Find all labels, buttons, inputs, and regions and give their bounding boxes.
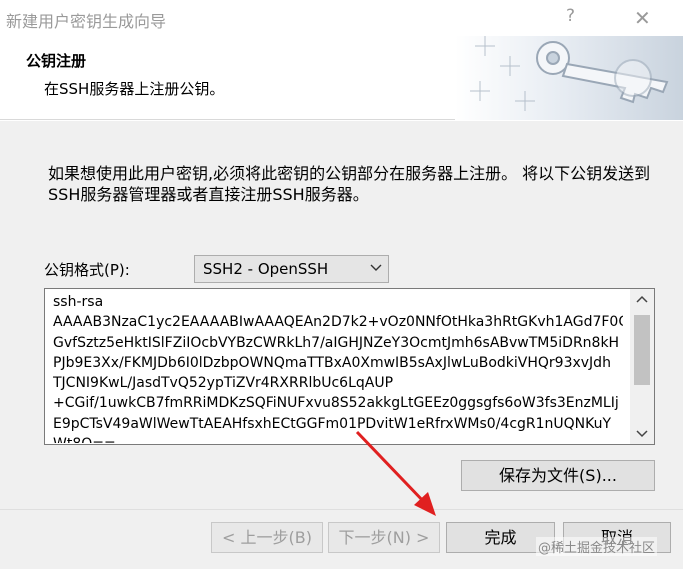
- description-text: 如果想使用此用户密钥,必须将此密钥的公钥部分在服务器上注册。 将以下公钥发送到S…: [48, 164, 651, 204]
- wizard-content: 如果想使用此用户密钥,必须将此密钥的公钥部分在服务器上注册。 将以下公钥发送到S…: [0, 121, 683, 509]
- scroll-up-icon[interactable]: [636, 295, 648, 303]
- scroll-down-icon[interactable]: [636, 430, 648, 438]
- chevron-down-icon: [370, 264, 382, 271]
- public-key-textarea[interactable]: ssh-rsa AAAAB3NzaC1yc2EAAAABIwAAAQEAn2D7…: [44, 288, 655, 445]
- next-button[interactable]: 下一步(N) >: [328, 522, 440, 553]
- key-banner-icon: [455, 36, 683, 120]
- watermark-text: @稀土掘金技术社区: [536, 537, 658, 556]
- key-format-label: 公钥格式(P):: [44, 261, 130, 279]
- public-key-text: ssh-rsa AAAAB3NzaC1yc2EAAAABIwAAAQEAn2D7…: [53, 294, 623, 443]
- help-button[interactable]: ?: [566, 6, 575, 26]
- window-title: 新建用户密钥生成向导: [6, 12, 167, 31]
- page-subtitle: 在SSH服务器上注册公钥。: [44, 80, 225, 98]
- scrollbar-thumb[interactable]: [634, 315, 650, 385]
- title-bar: 新建用户密钥生成向导 ? ✕: [0, 0, 683, 36]
- page-title: 公钥注册: [26, 52, 87, 70]
- key-format-select[interactable]: SSH2 - OpenSSH: [194, 255, 389, 283]
- wizard-header: 公钥注册 在SSH服务器上注册公钥。: [0, 36, 683, 120]
- close-button[interactable]: ✕: [634, 6, 651, 30]
- prev-button[interactable]: < 上一步(B): [211, 522, 323, 553]
- save-to-file-button[interactable]: 保存为文件(S)...: [461, 460, 655, 491]
- vertical-scrollbar[interactable]: [630, 289, 654, 444]
- key-format-value: SSH2 - OpenSSH: [203, 260, 329, 278]
